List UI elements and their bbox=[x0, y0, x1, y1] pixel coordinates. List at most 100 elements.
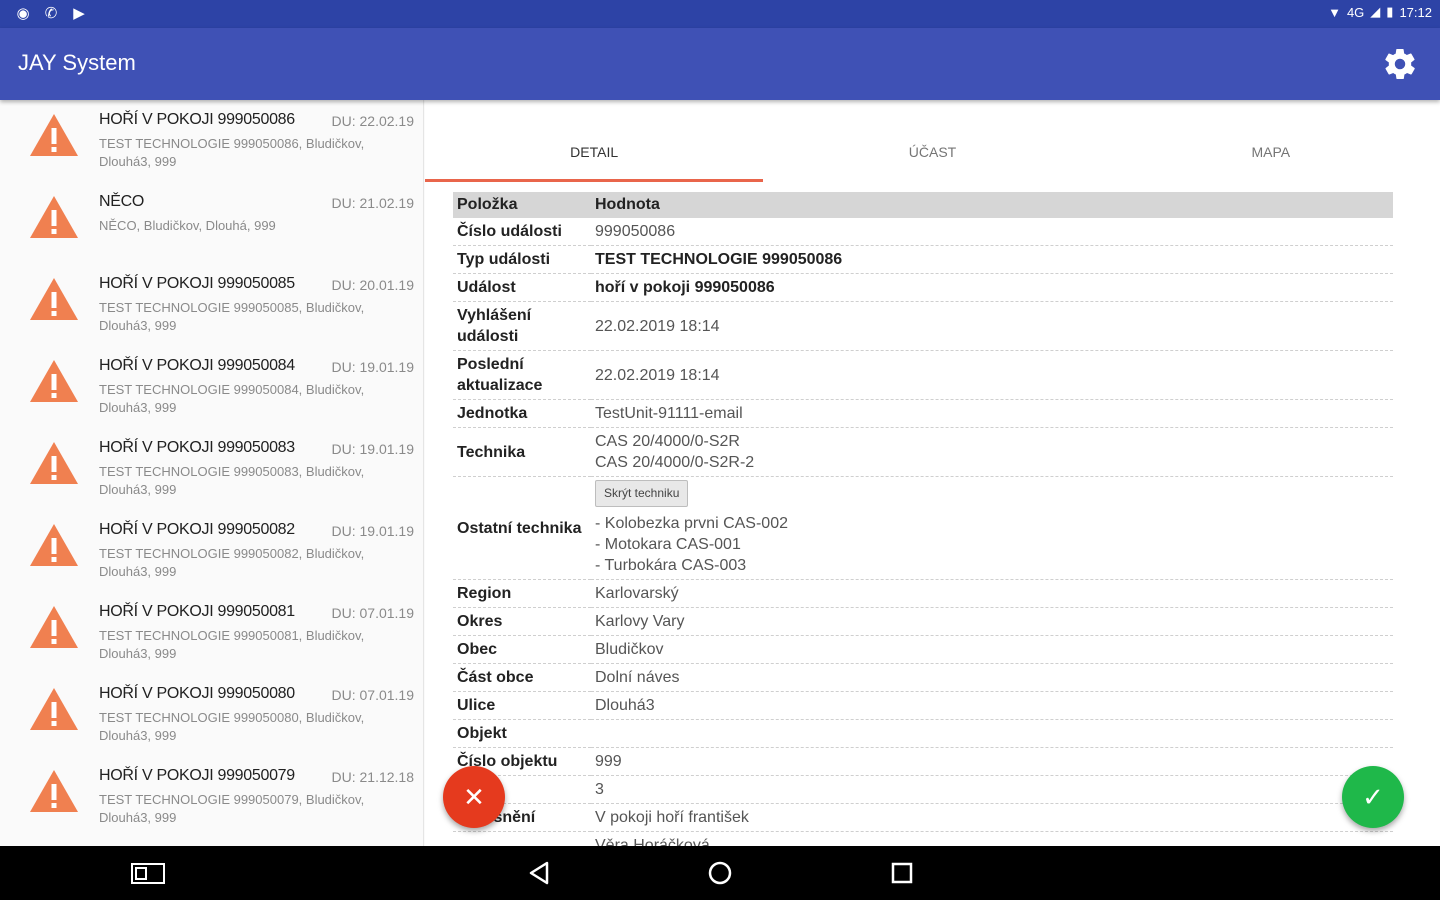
table-row: Vyhlášení události 22.02.2019 18:14 bbox=[453, 301, 1393, 351]
row-value-text: 999 bbox=[595, 753, 622, 770]
table-row: Typ události TEST TECHNOLOGIE 999050086 bbox=[453, 245, 1393, 274]
play-store-icon: ▶ bbox=[73, 5, 85, 22]
row-value-text: CAS 20/4000/0-S2R CAS 20/4000/0-S2R-2 bbox=[595, 433, 755, 471]
system-navigation-bar bbox=[0, 846, 1440, 900]
confirm-button[interactable]: ✓ bbox=[1342, 766, 1404, 828]
hide-technics-button[interactable]: Skrýt techniku bbox=[595, 480, 689, 507]
incident-list-item[interactable]: HOŘÍ V POKOJI 999050083 DU: 19.01.19 TEST … bbox=[0, 428, 423, 510]
row-value-text: - Kolobezka prvni CAS-002 - Motokara CAS… bbox=[595, 515, 788, 574]
table-row: Technika CAS 20/4000/0-S2R CAS 20/4000/0-… bbox=[453, 427, 1393, 477]
row-value: Dolní náves bbox=[591, 663, 1393, 692]
row-value: TEST TECHNOLOGIE 999050086 bbox=[591, 245, 1393, 274]
detail-panel: DETAIL ÚČAST MAPA Položka Hodnota Číslo … bbox=[425, 100, 1440, 846]
row-value: TestUnit-91111-email bbox=[591, 399, 1393, 428]
incident-title: HOŘÍ V POKOJI 999050080 bbox=[99, 685, 295, 702]
incident-list-item[interactable]: HOŘÍ V POKOJI 999050084 DU: 19.01.19 TEST … bbox=[0, 346, 423, 428]
row-key: Okres bbox=[453, 607, 591, 636]
row-value-text: 3 bbox=[595, 781, 604, 798]
table-row: Část obce Dolní náves bbox=[453, 663, 1393, 692]
shield-icon: ◉ bbox=[16, 5, 30, 22]
incident-date: DU: 19.01.19 bbox=[331, 359, 415, 375]
row-value-text: 22.02.2019 18:14 bbox=[595, 366, 720, 384]
table-row: Objekt bbox=[453, 719, 1393, 748]
incident-list[interactable]: HOŘÍ V POKOJI 999050086 DU: 22.02.19 TEST … bbox=[0, 100, 424, 846]
settings-gear-icon[interactable] bbox=[1382, 46, 1418, 82]
row-value: 3 bbox=[591, 775, 1393, 804]
row-key: Poslední aktualizace bbox=[453, 350, 591, 400]
incident-title: NĚCO bbox=[99, 193, 145, 210]
incident-description: TEST TECHNOLOGIE 999050082, Bludičkov, D… bbox=[99, 546, 365, 579]
row-value-text: Bludičkov bbox=[595, 641, 664, 658]
row-value bbox=[591, 719, 1393, 748]
incident-list-item[interactable]: HOŘÍ V POKOJI 999050079 DU: 21.12.18 TEST … bbox=[0, 756, 423, 838]
incident-date: DU: 21.12.18 bbox=[331, 769, 415, 785]
row-key: Jednotka bbox=[453, 399, 591, 428]
battery-icon: ▮ bbox=[1386, 4, 1394, 19]
table-row: Číslo objektu 999 bbox=[453, 747, 1393, 776]
table-row: Obec Bludičkov bbox=[453, 635, 1393, 664]
tab-mapa[interactable]: MAPA bbox=[1102, 120, 1440, 182]
table-row: Region Karlovarský bbox=[453, 579, 1393, 608]
incident-title: HOŘÍ V POKOJI 999050084 bbox=[99, 357, 295, 374]
header-value: Hodnota bbox=[591, 192, 1393, 218]
incident-date: DU: 20.01.19 bbox=[331, 277, 415, 293]
incident-list-item[interactable]: NĚCO DU: 21.02.19 NĚCO, Bludičkov, Dlouhá,… bbox=[0, 182, 423, 264]
home-icon[interactable] bbox=[702, 859, 738, 887]
incident-date: DU: 07.01.19 bbox=[331, 687, 415, 703]
incident-title: HOŘÍ V POKOJI 999050082 bbox=[99, 521, 295, 538]
clock: 17:12 bbox=[1399, 4, 1432, 20]
detail-table-body: Číslo události 999050086 Typ události TEST … bbox=[453, 218, 1393, 846]
row-key: Událost bbox=[453, 273, 591, 302]
table-row: Ulice Dlouhá3 bbox=[453, 691, 1393, 720]
cancel-button[interactable]: ✕ bbox=[443, 766, 505, 828]
incident-title: HOŘÍ V POKOJI 999050081 bbox=[99, 603, 295, 620]
warning-icon bbox=[30, 442, 78, 484]
row-key: Vyhlášení události bbox=[453, 301, 591, 351]
table-row: Okres Karlovy Vary bbox=[453, 607, 1393, 636]
table-row: Oznamovatel Věra Horáčková 123456 bbox=[453, 831, 1393, 846]
row-key: Ulice bbox=[453, 691, 591, 720]
detail-table: Položka Hodnota Číslo události 999050086 T… bbox=[453, 192, 1393, 846]
row-value-text: Věra Horáčková 123456 bbox=[595, 837, 710, 846]
table-row: Číslo události 999050086 bbox=[453, 218, 1393, 246]
incident-list-item[interactable]: HOŘÍ V POKOJI 999050080 DU: 07.01.19 TEST … bbox=[0, 674, 423, 756]
incident-description: TEST TECHNOLOGIE 999050083, Bludičkov, D… bbox=[99, 464, 365, 497]
table-row: Událost hoří v pokoji 999050086 bbox=[453, 273, 1393, 302]
row-value: Skrýt techniku - Kolobezka prvni CAS-002 … bbox=[591, 476, 1393, 580]
warning-icon bbox=[30, 360, 78, 402]
incident-list-item[interactable]: HOŘÍ V POKOJI 999050081 DU: 07.01.19 TEST … bbox=[0, 592, 423, 674]
row-value-text: V pokoji hoří františek bbox=[595, 809, 749, 826]
header-key: Položka bbox=[453, 192, 591, 218]
incident-title: HOŘÍ V POKOJI 999050086 bbox=[99, 111, 295, 128]
warning-icon bbox=[30, 606, 78, 648]
warning-icon bbox=[30, 524, 78, 566]
network-type: 4G bbox=[1346, 4, 1365, 20]
incident-description: TEST TECHNOLOGIE 999050084, Bludičkov, D… bbox=[99, 382, 365, 415]
warning-icon bbox=[30, 196, 78, 238]
table-row: Poslední aktualizace 22.02.2019 18:14 bbox=[453, 350, 1393, 400]
row-value: hoří v pokoji 999050086 bbox=[591, 273, 1393, 302]
back-icon[interactable] bbox=[522, 859, 558, 887]
row-value: Bludičkov bbox=[591, 635, 1393, 664]
incident-list-item[interactable]: HOŘÍ V POKOJI 999050085 DU: 20.01.19 TEST … bbox=[0, 264, 423, 346]
row-value: Karlovy Vary bbox=[591, 607, 1393, 636]
table-header-row: Položka Hodnota bbox=[453, 192, 1393, 218]
row-value-text: Dlouhá3 bbox=[595, 697, 655, 714]
tab-bar: DETAIL ÚČAST MAPA bbox=[425, 120, 1440, 182]
row-value: Dlouhá3 bbox=[591, 691, 1393, 720]
row-value: 22.02.2019 18:14 bbox=[591, 350, 1393, 400]
row-key: Obec bbox=[453, 635, 591, 664]
row-value: 999050086 bbox=[591, 218, 1393, 246]
incident-list-item[interactable]: HOŘÍ V POKOJI 999050082 DU: 19.01.19 TEST … bbox=[0, 510, 423, 592]
tab-ucast[interactable]: ÚČAST bbox=[763, 120, 1101, 182]
incident-date: DU: 19.01.19 bbox=[331, 441, 415, 457]
row-key: Ostatní technika bbox=[453, 476, 591, 580]
incident-list-item[interactable]: HOŘÍ V POKOJI 999050078DU: 21.12.18 bbox=[0, 838, 423, 846]
row-key: Oznamovatel bbox=[453, 831, 591, 846]
row-value-text: hoří v pokoji 999050086 bbox=[595, 279, 775, 296]
incident-list-item[interactable]: HOŘÍ V POKOJI 999050086 DU: 22.02.19 TEST … bbox=[0, 100, 423, 182]
recents-icon[interactable] bbox=[884, 859, 920, 887]
tab-detail[interactable]: DETAIL bbox=[425, 120, 764, 182]
screenshot-icon[interactable] bbox=[130, 859, 166, 887]
row-key: Typ události bbox=[453, 245, 591, 274]
